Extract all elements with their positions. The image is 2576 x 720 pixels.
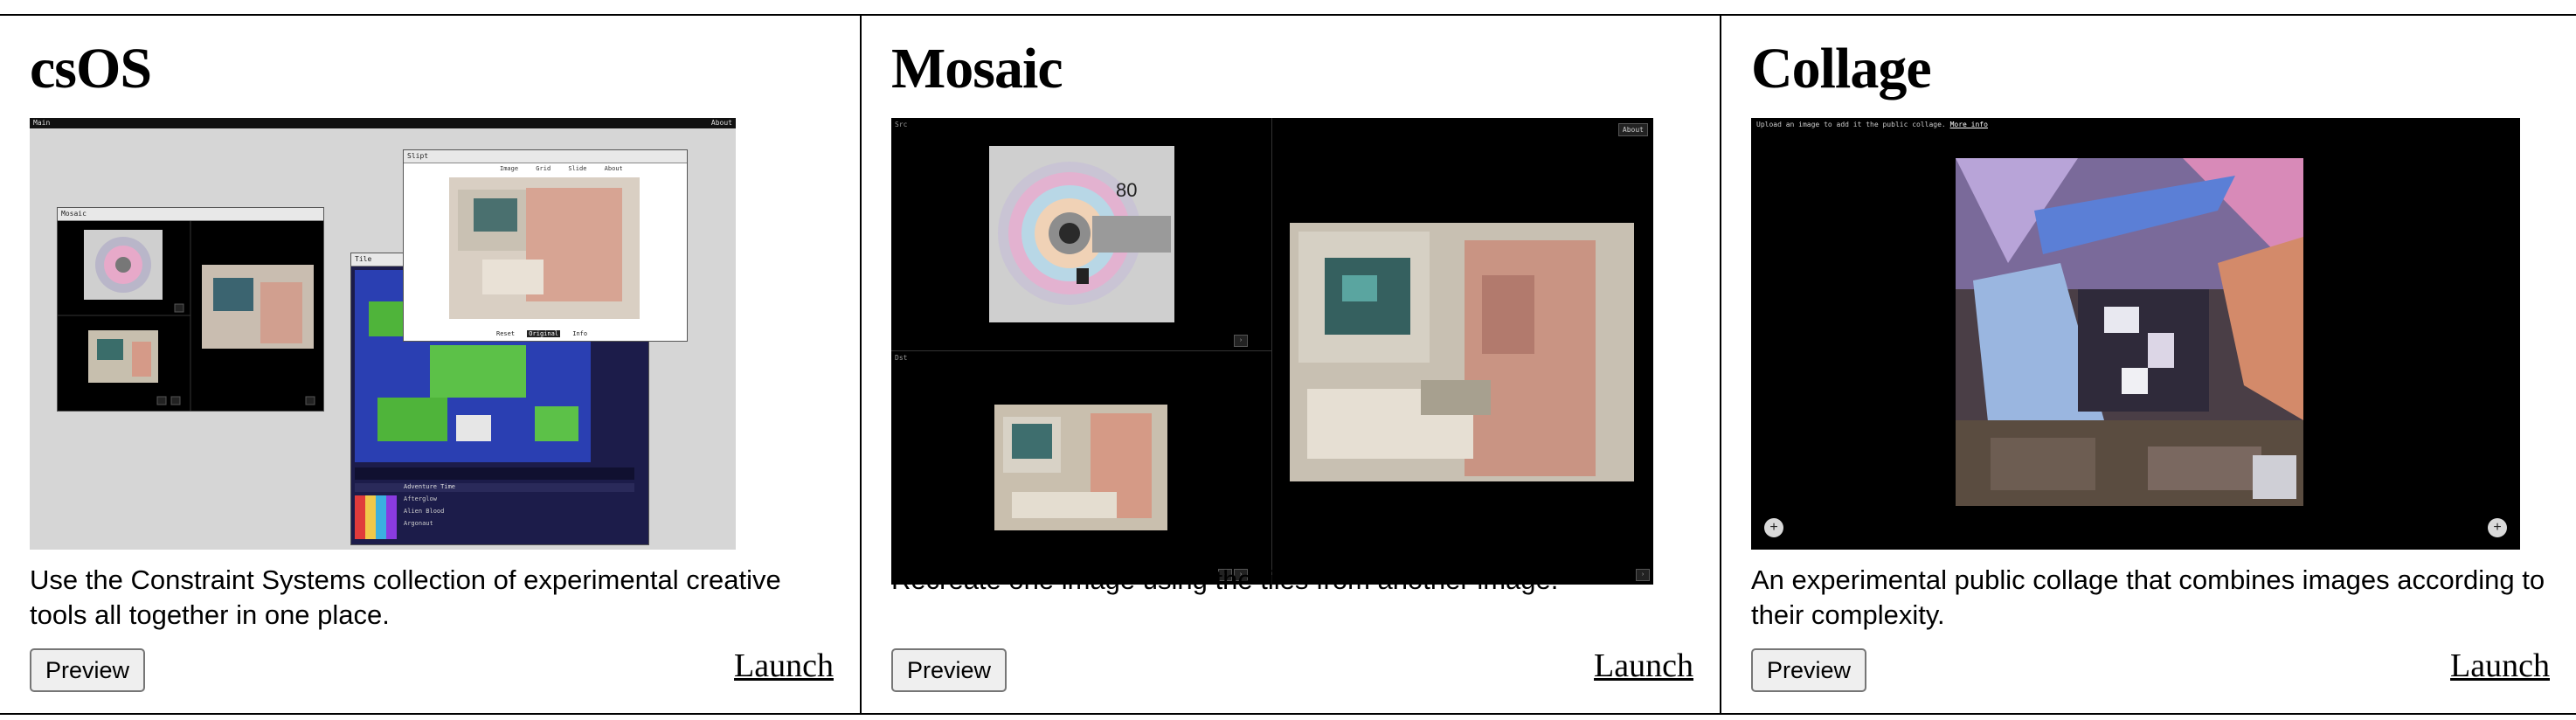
os-window-mosaic: Mosaic — [58, 208, 323, 411]
os-window-slipt: Slipt Image Grid Slide About Reset Origi… — [404, 150, 687, 341]
preview-button[interactable]: Preview — [891, 648, 1008, 692]
preview-button[interactable]: Preview — [30, 648, 146, 692]
add-right-button[interactable]: + — [2488, 518, 2507, 537]
slipt-menu-item[interactable]: Grid — [536, 165, 551, 172]
project-title: Collage — [1751, 37, 1932, 100]
slipt-menu-item[interactable]: Slide — [568, 165, 586, 172]
os-window-title: Slipt — [407, 152, 429, 160]
launch-link[interactable]: Launch — [1594, 647, 1693, 685]
projects-grid: csOS Main About Mosaic Tile Adventure Ti… — [0, 14, 2576, 715]
launch-link[interactable]: Launch — [734, 647, 834, 685]
slipt-footer: Reset Original Info — [496, 330, 587, 337]
more-info-link[interactable]: More info — [1950, 121, 1988, 128]
slipt-footer-item[interactable]: Info — [572, 330, 587, 337]
project-title: csOS — [30, 37, 152, 100]
panel-label: Src — [895, 121, 908, 128]
project-card-csos: csOS Main About Mosaic Tile Adventure Ti… — [0, 16, 860, 713]
cd-image — [989, 146, 1174, 322]
project-card-mosaic: Mosaic Src Dst About 80 › › ‹ › Recreate… — [860, 16, 1720, 713]
slipt-menu-item[interactable]: About — [605, 165, 623, 172]
preview-button[interactable]: Preview — [1751, 648, 1867, 692]
slipt-footer-item[interactable]: Original — [527, 330, 561, 337]
slipt-menu: Image Grid Slide About — [500, 165, 623, 172]
palette-label: Adventure Time — [404, 483, 456, 490]
slipt-menu-item[interactable]: Image — [500, 165, 518, 172]
project-description: Use the Constraint Systems collection of… — [30, 564, 781, 630]
project-description: An experimental public collage that comb… — [1751, 564, 2545, 630]
slipt-footer-item[interactable]: Reset — [496, 330, 515, 337]
preview-image-collage: Upload an image to add it the public col… — [1751, 118, 2520, 550]
collage-image — [1956, 158, 2303, 506]
os-window-title: Tile — [355, 255, 372, 263]
palette-item: Alien Blood — [404, 508, 445, 515]
upload-message: Upload an image to add it the public col… — [1756, 121, 1988, 128]
preview-image-mosaic: Src Dst About 80 › › ‹ › — [891, 118, 1653, 585]
os-slipt-contents — [449, 177, 640, 319]
panel-label: Dst — [895, 354, 908, 362]
palette-item: Afterglow — [404, 495, 437, 502]
palette-item: Argonaut — [404, 520, 433, 527]
launch-link[interactable]: Launch — [2450, 647, 2550, 685]
os-menubar-right: About — [710, 119, 732, 127]
project-card-collage: Collage Upload an image to add it the pu… — [1720, 16, 2576, 713]
os-menubar-left: Main — [33, 119, 51, 127]
os-window-title: Mosaic — [61, 210, 87, 218]
project-title: Mosaic — [891, 37, 1063, 100]
upload-text: Upload an image to add it the public col… — [1756, 121, 1946, 128]
source-image — [994, 405, 1167, 530]
mosaic-result — [1290, 223, 1634, 481]
rotate-button[interactable]: › — [1234, 335, 1248, 347]
preview-image-csos: Main About Mosaic Tile Adventure Time Af… — [30, 118, 736, 550]
os-mosaic-contents — [58, 221, 315, 411]
about-button[interactable]: About — [1617, 123, 1648, 136]
cd-label: 80 — [1116, 179, 1138, 201]
add-left-button[interactable]: + — [1764, 518, 1783, 537]
project-description: Recreate one image using the tiles from … — [891, 564, 1559, 595]
os-menubar: Main About — [30, 118, 736, 128]
